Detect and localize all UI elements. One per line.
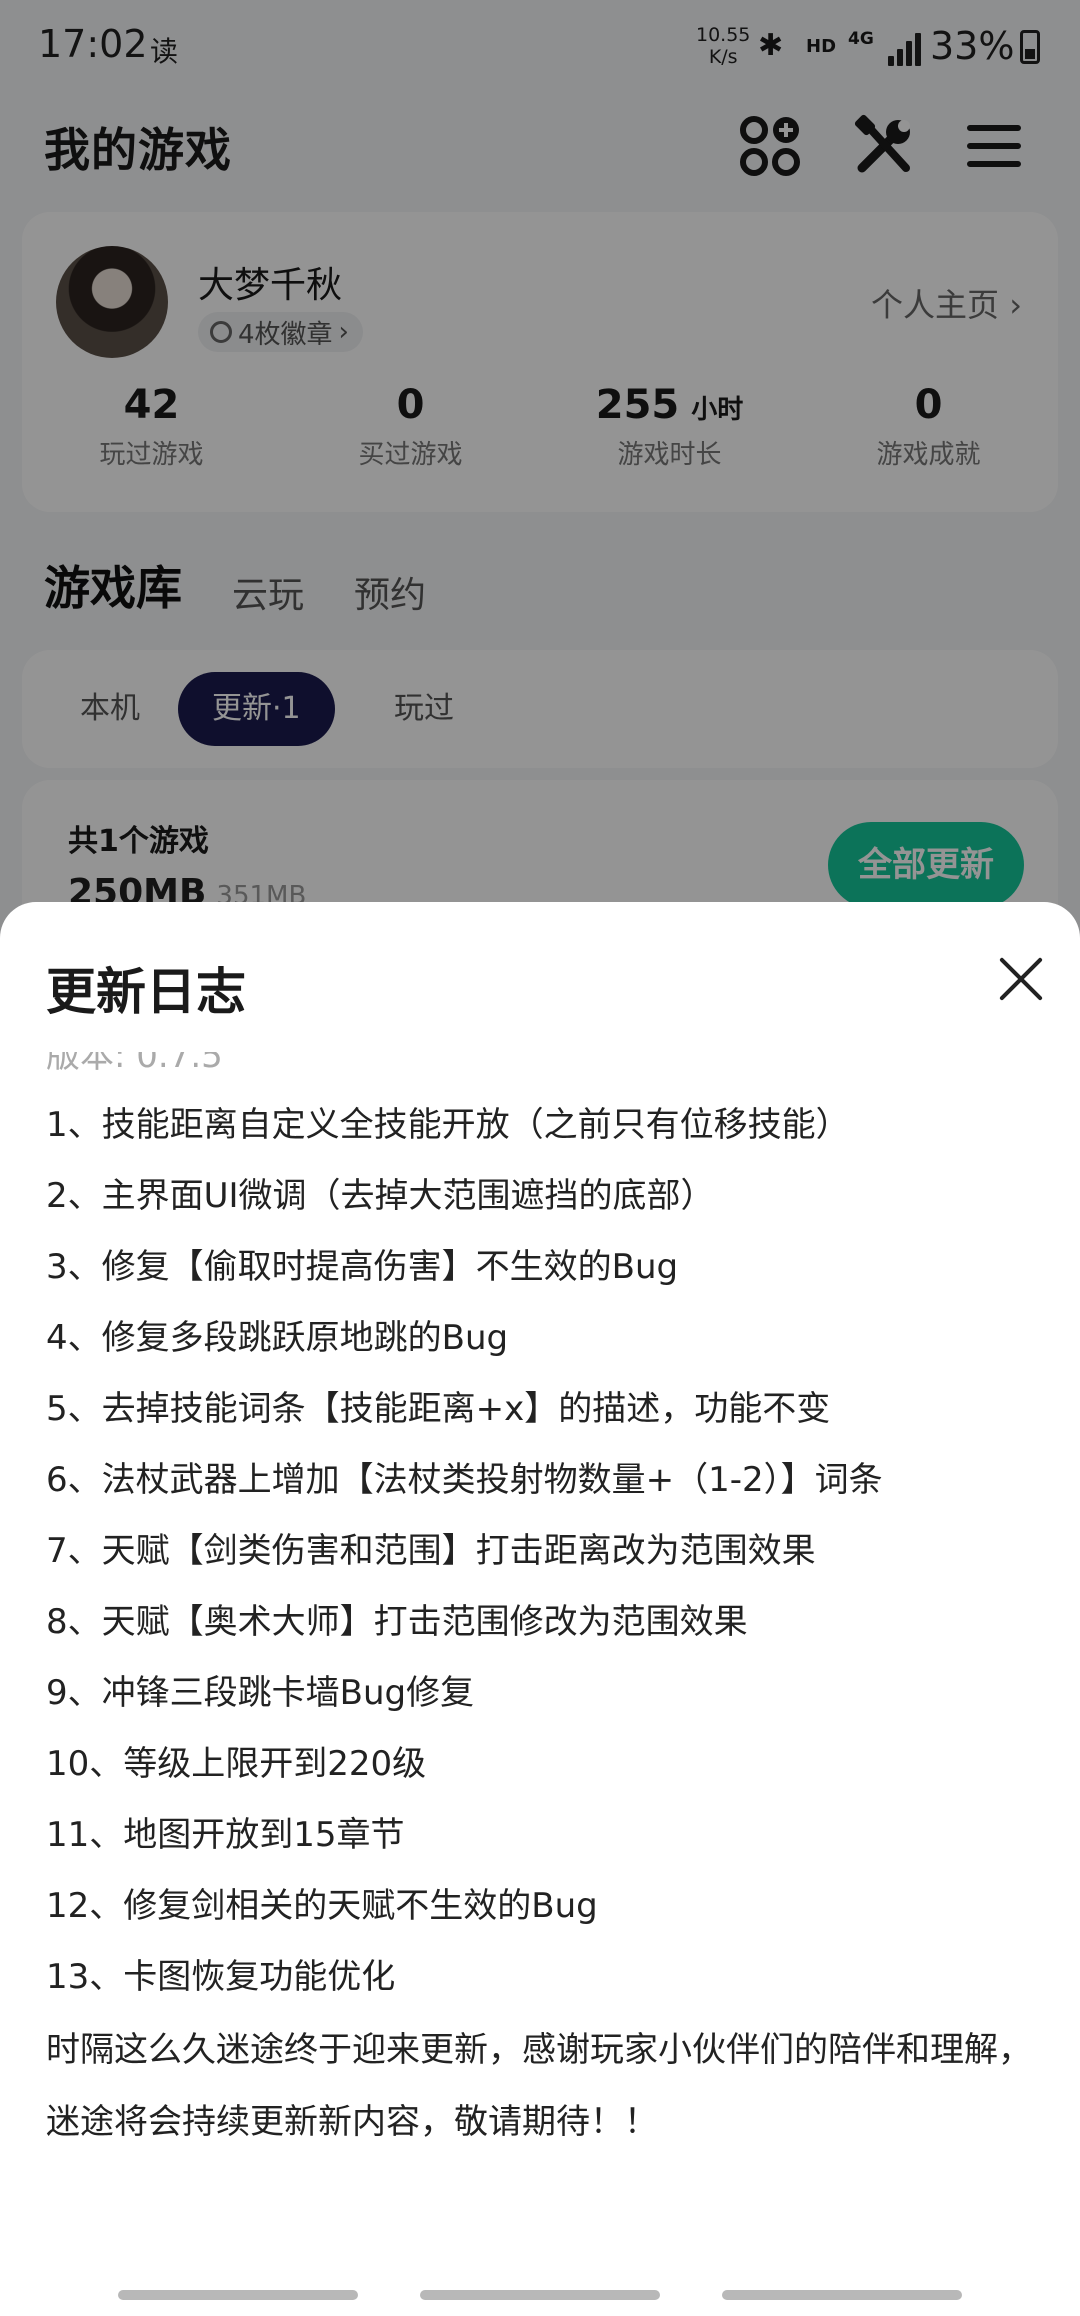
nav-bar bbox=[0, 2280, 1080, 2316]
list-item: 4、修复多段跳跃原地跳的Bug bbox=[46, 1318, 509, 1358]
list-item: 13、卡图恢复功能优化 bbox=[46, 1957, 396, 1997]
list-item: 3、修复【偷取时提高伤害】不生效的Bug bbox=[46, 1247, 679, 1287]
list-item: 8、天赋【奥术大师】打击范围修改为范围效果 bbox=[46, 1602, 748, 1642]
list-item: 12、修复剑相关的天赋不生效的Bug bbox=[46, 1886, 598, 1926]
list-item: 11、地图开放到15章节 bbox=[46, 1815, 405, 1855]
list-item: 5、去掉技能词条【技能距离+x】的描述，功能不变 bbox=[46, 1389, 831, 1429]
list-item: 2、主界面UI微调（去掉大范围遮挡的底部） bbox=[46, 1176, 715, 1216]
list-item: 7、天赋【剑类伤害和范围】打击距离改为范围效果 bbox=[46, 1531, 816, 1571]
nav-handle-left[interactable] bbox=[118, 2290, 358, 2300]
list-item: 6、法杖武器上增加【法杖类投射物数量+（1-2）】词条 bbox=[46, 1460, 883, 1500]
close-icon[interactable] bbox=[996, 954, 1046, 1004]
version-text: 版本: 0.7.5 bbox=[46, 1052, 223, 1076]
list-item: 1、技能距离自定义全技能开放（之前只有位移技能） bbox=[46, 1105, 850, 1145]
nav-handle-center[interactable] bbox=[420, 2290, 660, 2300]
changelog-scroll[interactable]: 版本: 0.7.5 1、技能距离自定义全技能开放（之前只有位移技能） 2、主界面… bbox=[0, 1052, 1080, 2222]
list-item: 10、等级上限开到220级 bbox=[46, 1744, 427, 1784]
sheet-title: 更新日志 bbox=[46, 963, 246, 1021]
changelog-list: 1、技能距离自定义全技能开放（之前只有位移技能） 2、主界面UI微调（去掉大范围… bbox=[46, 1090, 1046, 2013]
list-item: 9、冲锋三段跳卡墙Bug修复 bbox=[46, 1673, 475, 1713]
changelog-sheet: 更新日志 版本: 0.7.5 1、技能距离自定义全技能开放（之前只有位移技能） … bbox=[0, 902, 1080, 2316]
nav-handle-right[interactable] bbox=[722, 2290, 962, 2300]
changelog-footer: 时隔这么久迷途终于迎来更新，感谢玩家小伙伴们的陪伴和理解，迷途将会持续更新新内容… bbox=[46, 2030, 1032, 2142]
